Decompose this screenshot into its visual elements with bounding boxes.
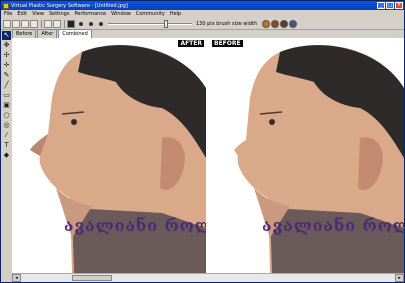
- circle-tool-icon[interactable]: ○: [2, 111, 11, 120]
- print-button[interactable]: [30, 19, 38, 28]
- tab-before[interactable]: Before: [12, 29, 37, 38]
- smooth-tool-icon[interactable]: ◎: [2, 121, 11, 130]
- warp-tool-icon[interactable]: ✢: [2, 51, 11, 60]
- crosshair-tool-icon[interactable]: ✛: [2, 61, 11, 70]
- skin-tone-button[interactable]: [271, 19, 280, 28]
- after-label: AFTER: [178, 40, 204, 47]
- brush-dot-icon[interactable]: [99, 21, 103, 26]
- maximize-button[interactable]: □: [386, 2, 394, 9]
- color-swatch[interactable]: [67, 19, 75, 28]
- eyedropper-tool-icon[interactable]: ⁄: [2, 131, 11, 140]
- after-pane[interactable]: AFTER ავალიანი როლანდ: [12, 38, 206, 273]
- menu-file[interactable]: File: [4, 11, 12, 17]
- slider-track: [108, 22, 192, 25]
- scroll-left-icon[interactable]: ◂: [12, 274, 21, 282]
- brush-tool-icon[interactable]: ✎: [2, 71, 11, 80]
- brush-size-slider[interactable]: [108, 19, 192, 28]
- canvas-area: AFTER ავალიანი როლანდ BEFORE ავალიანი რო…: [12, 38, 404, 273]
- before-label: BEFORE: [212, 40, 243, 47]
- brush-size-label: 130 pix brush size width: [196, 20, 258, 27]
- menu-bar: File Edit View Settings Performance Wind…: [1, 10, 404, 18]
- title-bar: Virtual Plastic Surgery Software - [Unti…: [1, 1, 404, 10]
- scrollbar-thumb[interactable]: [72, 275, 112, 281]
- open-file-button[interactable]: [12, 19, 20, 28]
- text-tool-icon[interactable]: T: [2, 141, 11, 150]
- redo-button[interactable]: [53, 19, 61, 28]
- tab-combined[interactable]: Combined: [58, 29, 92, 38]
- minimize-button[interactable]: _: [377, 2, 385, 9]
- before-pane[interactable]: BEFORE ავალიანი როლანდ: [210, 38, 404, 273]
- move-tool-icon[interactable]: ✥: [2, 41, 11, 50]
- menu-performance[interactable]: Performance: [74, 11, 106, 17]
- portrait-image: [210, 38, 404, 273]
- undo-button[interactable]: [44, 19, 52, 28]
- overlay-name-text: ავალიანი როლანდ: [64, 216, 206, 235]
- skin-tone-button[interactable]: [262, 19, 271, 28]
- view-tabs: Before After Combined: [12, 29, 93, 38]
- rectangle-tool-icon[interactable]: ▭: [2, 91, 11, 100]
- toolbar-separator: [64, 19, 65, 28]
- line-tool-icon[interactable]: ╱: [2, 81, 11, 90]
- menu-community[interactable]: Community: [136, 11, 165, 17]
- brush-dot-icon[interactable]: [89, 21, 93, 26]
- toolbar-separator: [41, 19, 42, 28]
- tab-after[interactable]: After: [37, 29, 58, 38]
- menu-window[interactable]: Window: [111, 11, 131, 17]
- overlay-name-text: ავალიანი როლანდ: [262, 216, 404, 235]
- brush-dot-icon[interactable]: [79, 21, 83, 26]
- skin-tone-button[interactable]: [289, 19, 298, 28]
- save-button[interactable]: [21, 19, 29, 28]
- slider-thumb[interactable]: [164, 19, 168, 28]
- skin-tone-button[interactable]: [280, 19, 289, 28]
- app-icon: [3, 2, 9, 9]
- new-file-button[interactable]: [3, 19, 11, 28]
- menu-settings[interactable]: Settings: [49, 11, 70, 17]
- close-button[interactable]: ×: [395, 2, 403, 9]
- menu-help[interactable]: Help: [170, 11, 181, 17]
- pointer-tool-icon[interactable]: ↖: [2, 31, 11, 40]
- select-tool-icon[interactable]: ▣: [2, 101, 11, 110]
- portrait-image: [12, 38, 206, 273]
- app-window: Virtual Plastic Surgery Software - [Unti…: [0, 0, 405, 283]
- scroll-right-icon[interactable]: ▸: [395, 274, 404, 282]
- menu-edit[interactable]: Edit: [17, 11, 27, 17]
- tool-sidebar: ↖ ✥ ✢ ✛ ✎ ╱ ▭ ▣ ○ ◎ ⁄ T ◆: [1, 30, 12, 275]
- horizontal-scrollbar[interactable]: ◂ ▸: [12, 273, 404, 282]
- eraser-tool-icon[interactable]: ◆: [2, 151, 11, 160]
- window-title: Virtual Plastic Surgery Software - [Unti…: [11, 2, 128, 9]
- menu-view[interactable]: View: [32, 11, 44, 17]
